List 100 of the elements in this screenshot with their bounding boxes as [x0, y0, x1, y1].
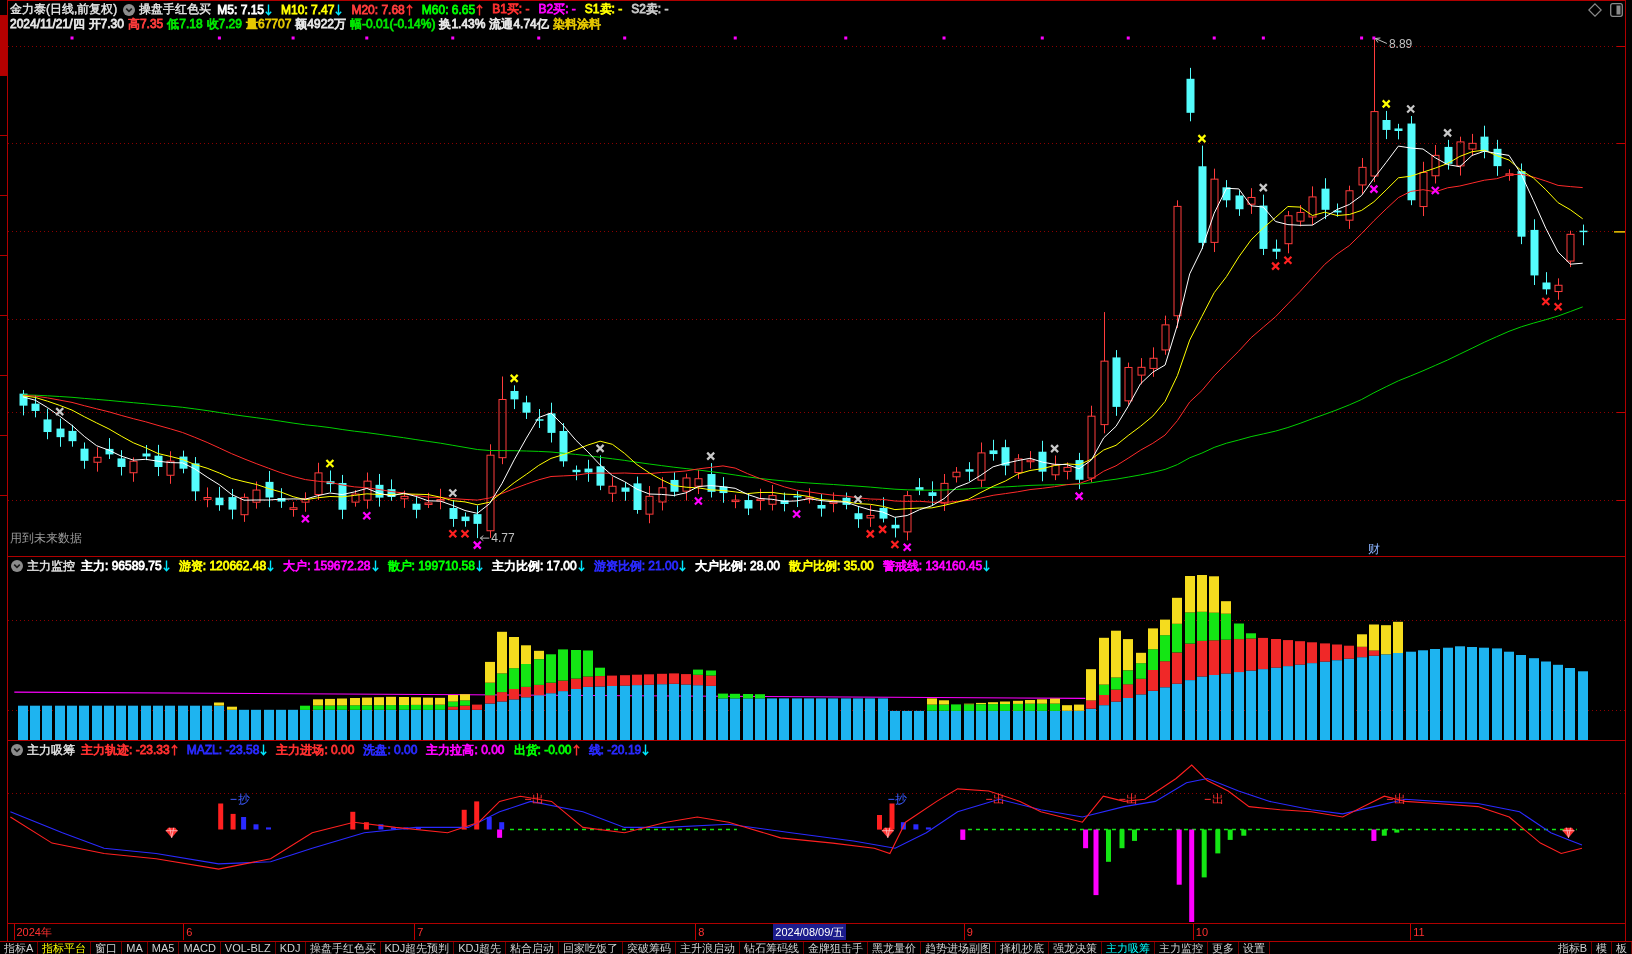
cross-marker-icon: [362, 511, 372, 521]
indicator-tab[interactable]: 趋势进场副图: [921, 942, 997, 954]
legend-value: 游资: 120662.48: [178, 557, 267, 575]
indicator-tab[interactable]: 金牌狙击手: [804, 942, 869, 954]
legend-value: 主力比例: 17.00: [491, 557, 577, 575]
cross-marker-icon: [509, 373, 519, 383]
indicator-tab[interactable]: 强龙决策: [1049, 942, 1103, 954]
quote-value: 高7.35: [127, 16, 164, 33]
quote-value: 额4922万: [295, 16, 347, 33]
cross-marker-icon: [1050, 444, 1060, 454]
leader-arrow: [1374, 37, 1388, 44]
legend-value: 大户比例: 28.00: [695, 557, 781, 575]
indicator-tab[interactable]: 主升浪启动: [676, 942, 741, 954]
legend-value: 散户比例: 35.00: [789, 557, 874, 575]
current-price-tick: [1613, 231, 1625, 233]
cross-marker-icon: [448, 529, 458, 539]
indicator-tab[interactable]: 更多: [1208, 942, 1240, 954]
cross-marker-icon: [706, 451, 716, 461]
indicator-tab[interactable]: 指标平台: [38, 942, 92, 954]
cross-marker-icon: [595, 443, 605, 453]
indicator-tab[interactable]: MACD: [179, 942, 221, 954]
cross-marker-icon: [1283, 255, 1293, 265]
date-label: 8: [695, 924, 705, 940]
legend-value: 散户: 199710.58: [387, 557, 475, 575]
legend-value: 主力: 96589.75: [81, 557, 162, 575]
cross-marker-icon: [792, 509, 802, 519]
leader-arrow: [479, 535, 490, 542]
indicator-tab[interactable]: KDJ: [275, 942, 306, 954]
indicator-tab[interactable]: VOL-BLZ: [220, 942, 276, 954]
quote-value: 收7.29: [206, 16, 242, 33]
legend-value: M20: 7.68: [351, 2, 405, 17]
quote-value: 幅-0.01(-0.14%): [350, 16, 436, 33]
legend-value: 主力轨迹: -23.33: [81, 741, 170, 759]
cross-marker-icon: [1271, 261, 1281, 271]
legend-value: 大户: 159672.28: [283, 557, 371, 575]
event-tag: 财: [1367, 542, 1380, 556]
dropdown-icon[interactable]: [11, 560, 23, 572]
dropdown-icon[interactable]: [123, 3, 136, 16]
stock-title: 金力泰(日线,前复权): [10, 1, 118, 18]
cross-marker-icon: [1369, 184, 1379, 194]
date-label: 2024年: [13, 924, 52, 940]
indicator-tab[interactable]: MA5: [147, 942, 180, 954]
indicator-tab[interactable]: 设置: [1239, 942, 1271, 954]
indicator-tab[interactable]: 主力监控: [1155, 942, 1209, 954]
quote-value: 2024/11/21/四: [10, 16, 85, 33]
cross-marker-icon: [890, 539, 900, 550]
signal-label: 出: [1204, 792, 1224, 807]
indicator-tab[interactable]: 择机抄底: [996, 942, 1050, 954]
cross-marker-icon: [1074, 491, 1084, 501]
cross-marker-icon: [865, 529, 875, 539]
date-label: 7: [414, 924, 424, 940]
gem-icon: [881, 827, 895, 839]
indicator-tab[interactable]: 粘合启动: [506, 942, 560, 954]
quote-value: 换1.43%: [439, 16, 486, 33]
indicator-tab[interactable]: 黑龙量价: [868, 942, 922, 954]
cross-marker-icon: [1381, 99, 1391, 109]
indicator-tab[interactable]: 板: [1612, 942, 1632, 954]
cross-marker-icon: [693, 496, 703, 506]
indicator-tab[interactable]: 指标A: [0, 942, 39, 954]
legend-value: M10: 7.47: [281, 2, 335, 17]
quote-value: 染料涂料: [552, 16, 601, 33]
diamond-icon[interactable]: [1588, 2, 1602, 17]
legend-value: 洗盘: 0.00: [363, 741, 418, 759]
indicator-tab[interactable]: 指标B: [1553, 942, 1592, 954]
indicator-tab[interactable]: 突破筹码: [623, 942, 677, 954]
indicator-tab[interactable]: 操盘手红色买: [305, 942, 381, 954]
indicator-tab[interactable]: 模: [1592, 942, 1612, 954]
cross-marker-icon: [1553, 302, 1563, 312]
quote-value: 开7.30: [88, 16, 124, 33]
layout-icon[interactable]: [1610, 2, 1623, 17]
cross-marker-icon: [300, 514, 310, 524]
cross-marker-icon: [902, 542, 912, 552]
legend-value: M60: 6.65: [421, 2, 476, 17]
dropdown-icon[interactable]: [11, 744, 23, 756]
indicator-tab[interactable]: 窗口: [91, 942, 123, 954]
legend-value: M5: 7.15: [217, 2, 265, 17]
cross-marker-icon: [55, 407, 65, 417]
legend-value: 游资比例: 21.00: [593, 557, 679, 575]
indicator-tab[interactable]: 主力吸筹: [1102, 942, 1156, 954]
legend-value: 主力进场: 0.00: [276, 741, 355, 759]
price-label: 4.77: [491, 531, 515, 546]
cross-marker-icon: [1430, 185, 1440, 196]
cross-marker-icon: [878, 524, 888, 534]
notice-text: 用到未来数据: [10, 531, 82, 545]
indicator-tab[interactable]: 回家吃饭了: [559, 942, 624, 954]
quote-value: 流通4.74亿: [489, 16, 549, 33]
indicator-tab[interactable]: MA: [122, 942, 148, 954]
cross-marker-icon: [325, 458, 335, 469]
indicator-tab[interactable]: KDJ超先: [454, 942, 507, 954]
date-label: 10: [1192, 924, 1209, 940]
panel-title: 主力吸筹: [27, 741, 75, 759]
legend-value: 出货: -0.00: [513, 741, 572, 759]
indicator-tab[interactable]: 钻石筹码线: [740, 942, 805, 954]
cursor-date-label: 2024/08/09/五: [773, 924, 847, 940]
price-label: 8.89: [1388, 37, 1413, 52]
legend-value: B2买: -: [538, 1, 576, 18]
legend-value: 警戒线: 134160.45: [882, 557, 983, 575]
cross-marker-icon: [460, 529, 470, 539]
indicator-tab[interactable]: KDJ超先预判: [380, 942, 455, 954]
cross-marker-icon: [448, 488, 458, 498]
